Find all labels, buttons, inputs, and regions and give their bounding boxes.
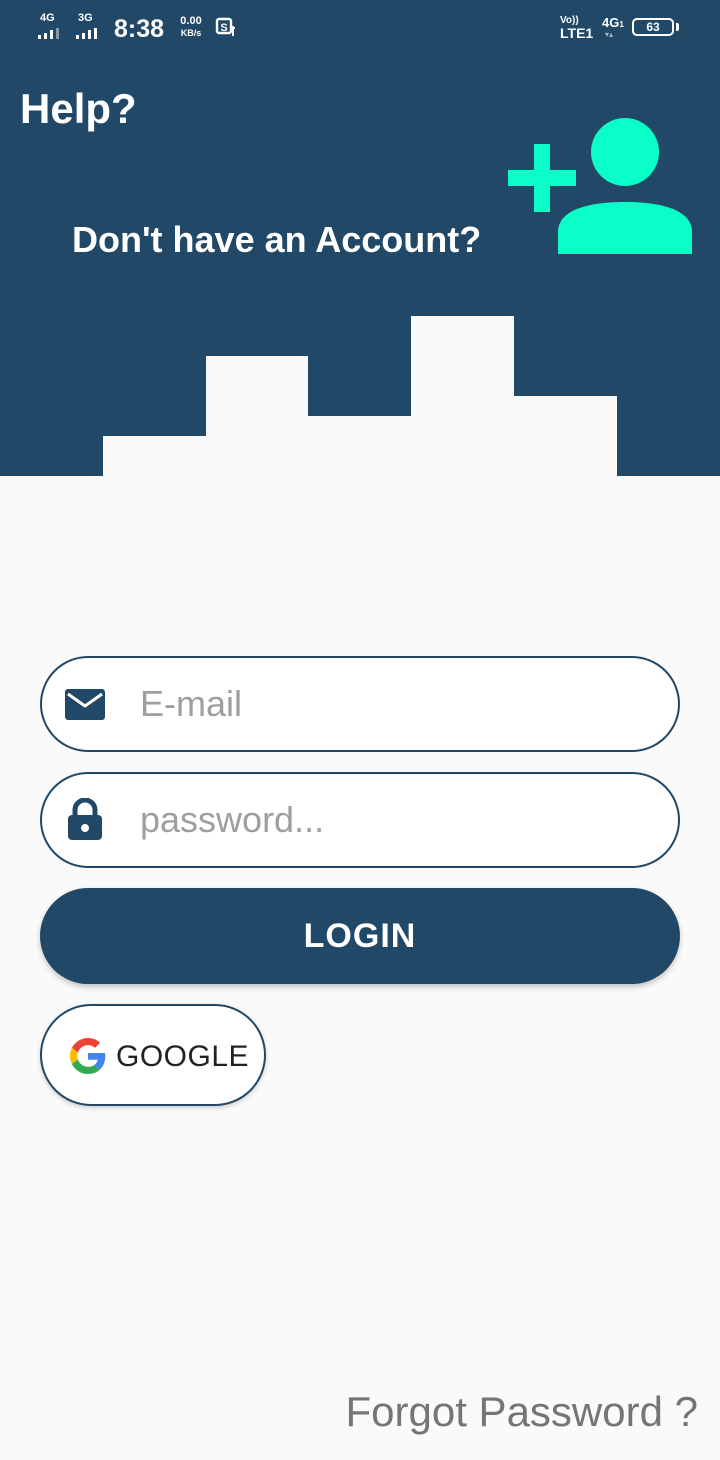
google-signin-button[interactable]: GOOGLE — [40, 1004, 266, 1106]
email-input[interactable] — [140, 672, 640, 736]
mail-icon — [65, 689, 105, 720]
google-label: GOOGLE — [116, 1040, 250, 1073]
clock: 8:38 — [114, 15, 165, 43]
header-banner: 4G 3G 8:38 0.00 KB/s S Vo)) LTE1 4G1 ▾▴ … — [0, 0, 720, 476]
sim1-network-label: 4G — [40, 12, 55, 24]
sim2-network-label: 3G — [78, 12, 93, 24]
network-speed: 0.00 KB/s — [174, 15, 208, 39]
screenshot-icon: S — [215, 17, 235, 36]
network-speed-value: 0.00 — [180, 15, 202, 27]
network-speed-unit: KB/s — [180, 28, 202, 38]
login-screen: 4G 3G 8:38 0.00 KB/s S Vo)) LTE1 4G1 ▾▴ … — [0, 0, 720, 1460]
login-button[interactable]: LOGIN — [40, 888, 680, 984]
google-logo-icon — [70, 1038, 106, 1074]
battery-icon: 63 — [632, 18, 674, 36]
data-network-sub: 1 — [619, 20, 624, 29]
svg-text:S: S — [220, 22, 227, 34]
add-user-icon[interactable] — [504, 114, 696, 258]
data-network-label: 4G — [602, 15, 620, 30]
status-bar: 4G 3G 8:38 0.00 KB/s S Vo)) LTE1 4G1 ▾▴ … — [0, 0, 720, 58]
skyline-decoration — [103, 316, 617, 476]
data-activity-icon: ▾▴ — [605, 30, 614, 39]
signup-prompt[interactable]: Don't have an Account? — [72, 216, 481, 264]
password-field[interactable] — [40, 772, 680, 868]
volte-bottom-label: LTE1 — [560, 25, 594, 41]
volte-indicator: Vo)) LTE1 — [560, 15, 596, 41]
help-link[interactable]: Help? — [20, 84, 137, 134]
password-input[interactable] — [140, 788, 640, 852]
sim2-signal-icon: 3G — [76, 12, 110, 42]
battery-level: 63 — [646, 20, 660, 34]
email-field[interactable] — [40, 656, 680, 752]
battery-tip — [676, 23, 679, 31]
lock-icon — [68, 798, 102, 840]
forgot-password-link[interactable]: Forgot Password ? — [346, 1386, 699, 1438]
sim1-signal-icon: 4G — [38, 12, 72, 42]
